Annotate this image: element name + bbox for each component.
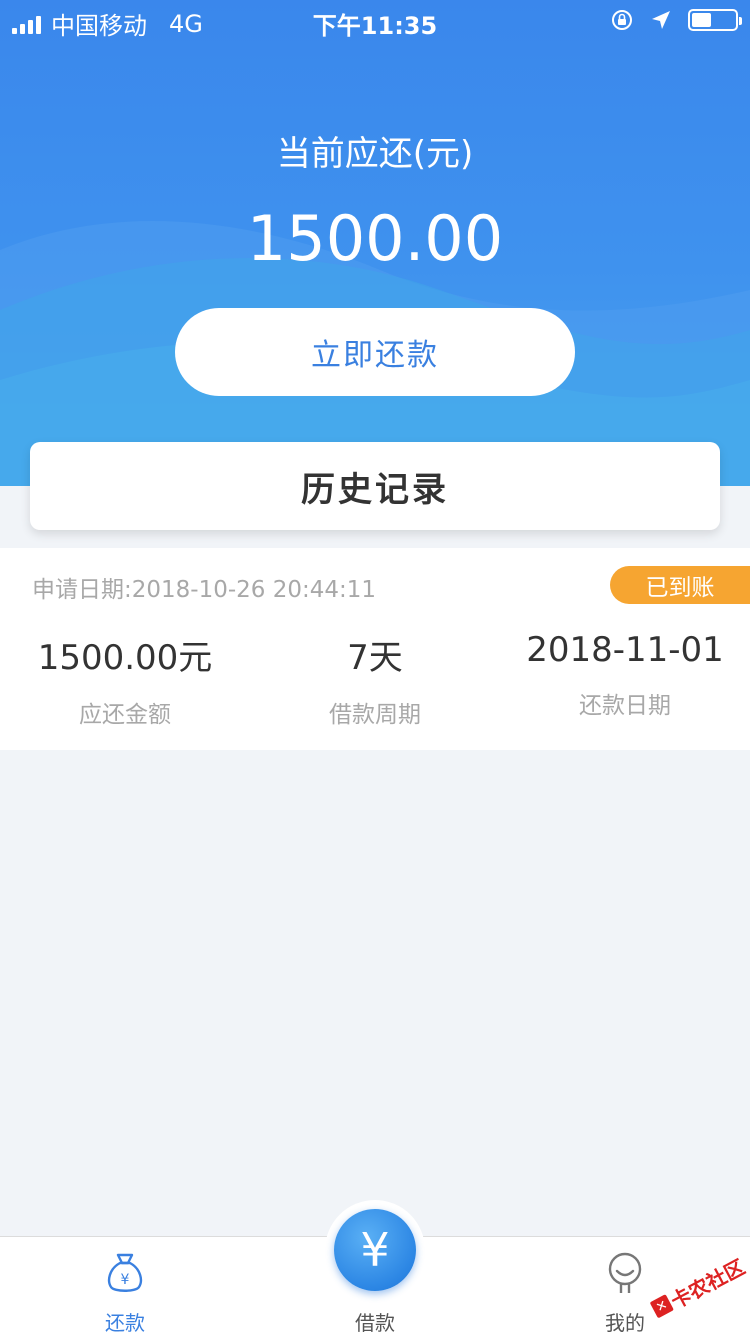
current-due-amount: 1500.00 (246, 202, 504, 275)
battery-fill (692, 13, 711, 27)
loan-period-label: 借款周期 (329, 702, 421, 728)
due-date-label: 还款日期 (579, 693, 671, 719)
due-amount-value: 1500.00元 (37, 638, 213, 678)
loan-period-value: 7天 (347, 638, 403, 678)
rotation-lock-icon (612, 10, 632, 30)
current-due-label: 当前应还(元) (276, 134, 474, 174)
location-arrow-icon (652, 11, 670, 29)
borrow-center-button[interactable]: ¥ (334, 1209, 416, 1291)
due-date-value: 2018-11-01 (526, 630, 724, 670)
tab-borrow-label: 借款 (355, 1311, 395, 1334)
status-bar: 中国移动 4G 下午11:35 (0, 0, 750, 40)
svg-text:¥: ¥ (121, 1272, 130, 1288)
history-records-header[interactable]: 历史记录 (30, 442, 720, 530)
status-right (610, 8, 742, 32)
due-amount-label: 应还金额 (79, 702, 171, 728)
hero-header: 中国移动 4G 下午11:35 当前应还(元) 1500.00 立即还款 (0, 0, 750, 486)
tab-repay[interactable]: ¥ 还款 (50, 1237, 200, 1334)
profile-icon (608, 1252, 642, 1293)
repay-now-button[interactable]: 立即还款 (175, 308, 575, 396)
money-bag-icon: ¥ (107, 1253, 143, 1292)
yen-icon: ¥ (360, 1223, 390, 1277)
apply-date: 申请日期:2018-10-26 20:44:11 (32, 577, 377, 603)
tab-repay-label: 还款 (105, 1311, 145, 1334)
history-record-item[interactable]: 申请日期:2018-10-26 20:44:11 已到账 1500.00元 应还… (0, 548, 750, 750)
due-date-column: 2018-11-01 还款日期 (500, 630, 750, 720)
loan-period-column: 7天 借款周期 (250, 630, 500, 729)
battery-icon (688, 9, 742, 31)
status-badge: 已到账 (610, 566, 750, 604)
due-amount-column: 1500.00元 应还金额 (0, 630, 250, 729)
